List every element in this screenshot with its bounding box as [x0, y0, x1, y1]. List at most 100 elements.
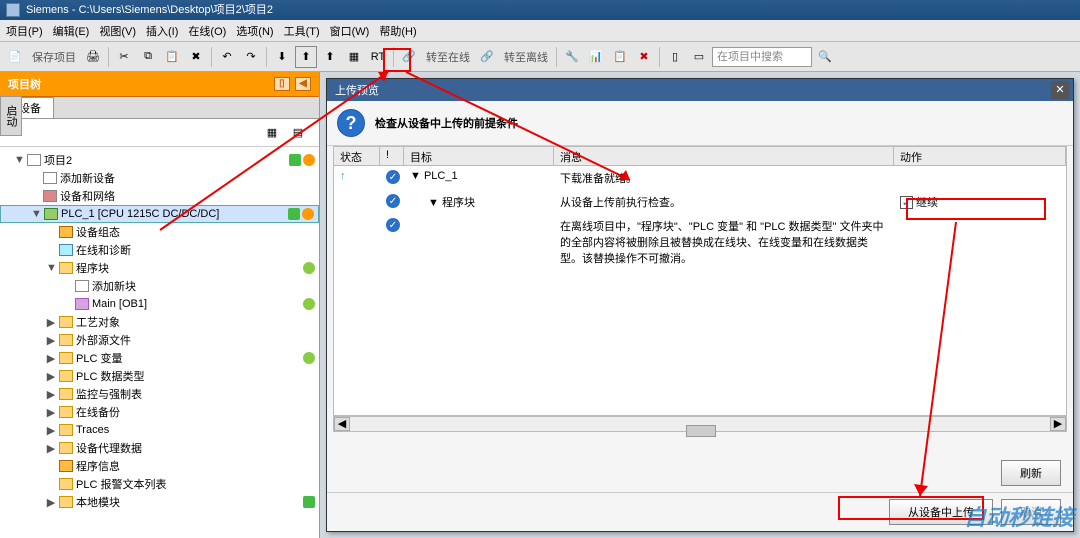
cancel-button[interactable]: 取消	[1001, 499, 1061, 525]
tree-item[interactable]: 在线和诊断	[0, 241, 319, 259]
tree-toggle[interactable]: ▶	[46, 442, 56, 455]
tree-toggle[interactable]: ▶	[46, 496, 56, 509]
undo-button[interactable]: ↶	[216, 46, 238, 68]
fold-icon	[59, 352, 73, 364]
menu-options[interactable]: 选项(N)	[236, 23, 273, 39]
col-alert[interactable]: !	[380, 147, 404, 165]
upload-from-device-button[interactable]: 从设备中上传	[889, 499, 993, 525]
tree-item[interactable]: 添加新块	[0, 277, 319, 295]
tree-item[interactable]: 设备组态	[0, 223, 319, 241]
tree-view1-icon[interactable]: ▦	[261, 122, 283, 144]
tree-toggle[interactable]: ▼	[31, 208, 41, 220]
tb-icon2[interactable]: 📊	[585, 46, 607, 68]
new-button[interactable]: 📄	[4, 46, 26, 68]
grid-row: ↑✓▼ PLC_1下载准备就绪。	[334, 166, 1066, 190]
paste-button[interactable]: 📋	[161, 46, 183, 68]
split-h-icon[interactable]: ▯	[664, 46, 686, 68]
pane-expand-icon[interactable]: ◀	[295, 77, 311, 91]
upload-button[interactable]: ⬆	[319, 46, 341, 68]
tree-label: 外部源文件	[76, 332, 315, 348]
tree-item[interactable]: ▼程序块	[0, 259, 319, 277]
tree-item[interactable]: ▶PLC 变量	[0, 349, 319, 367]
menu-insert[interactable]: 插入(I)	[146, 23, 178, 39]
tree-item[interactable]: ▶本地模块	[0, 493, 319, 511]
search-input[interactable]: 在项目中搜索	[712, 47, 812, 67]
tree-toggle[interactable]: ▼	[46, 262, 56, 274]
tb-icon1[interactable]: 🔧	[561, 46, 583, 68]
scroll-right-button[interactable]: ▶	[1050, 417, 1066, 431]
grid-hscrollbar[interactable]: ◀ ▶	[333, 416, 1067, 432]
close-icon[interactable]: ✖	[633, 46, 655, 68]
download-button[interactable]: ⬆	[295, 46, 317, 68]
save-button[interactable]: 保存项目	[28, 49, 80, 65]
rt-button[interactable]: RT	[367, 46, 389, 68]
menu-project[interactable]: 项目(P)	[6, 23, 43, 39]
tree-toggle[interactable]: ▶	[46, 352, 56, 365]
tree-item[interactable]: ▶在线备份	[0, 403, 319, 421]
action-checkbox[interactable]: ✓	[900, 196, 913, 209]
project-tree[interactable]: ▼项目2添加新设备设备和网络▼PLC_1 [CPU 1215C DC/DC/DC…	[0, 147, 319, 538]
tree-item[interactable]: ▼PLC_1 [CPU 1215C DC/DC/DC]	[0, 205, 319, 223]
tree-item[interactable]: 设备和网络	[0, 187, 319, 205]
redo-button[interactable]: ↷	[240, 46, 262, 68]
side-vertical-tab[interactable]: 启动	[0, 96, 22, 136]
status-dot	[303, 298, 315, 310]
compile-button[interactable]: ⬇	[271, 46, 293, 68]
tree-toggle[interactable]: ▶	[46, 316, 56, 329]
grid-body: ↑✓▼ PLC_1下载准备就绪。✓▼ 程序块从设备上传前执行检查。✓ 继续✓在离…	[333, 166, 1067, 416]
status-dot	[303, 496, 315, 508]
copy-button[interactable]: ⧉	[137, 46, 159, 68]
tree-item[interactable]: ▶ 外部源文件	[0, 331, 319, 349]
tree-label: 设备代理数据	[76, 440, 315, 456]
unlink-icon[interactable]: 🔗	[476, 46, 498, 68]
cut-button[interactable]: ✂	[113, 46, 135, 68]
menu-help[interactable]: 帮助(H)	[379, 23, 416, 39]
tree-item[interactable]: Main [OB1]	[0, 295, 319, 313]
tree-toolbar: ▦ ▤	[0, 119, 319, 147]
tree-item[interactable]: 程序信息	[0, 457, 319, 475]
dialog-close-button[interactable]: ✕	[1051, 81, 1069, 99]
tree-item[interactable]: PLC 报警文本列表	[0, 475, 319, 493]
menu-online[interactable]: 在线(O)	[188, 23, 226, 39]
delete-button[interactable]: ✖	[185, 46, 207, 68]
status-dot	[289, 154, 301, 166]
go-online-button[interactable]: 转至在线	[422, 49, 474, 65]
pane-collapse-icon[interactable]: ▯	[274, 77, 290, 91]
titlebar: Siemens - C:\Users\Siemens\Desktop\项目2\项…	[0, 0, 1080, 20]
tree-toggle[interactable]: ▶	[46, 334, 56, 347]
tree-toggle[interactable]: ▶	[46, 370, 56, 383]
menu-window[interactable]: 窗口(W)	[330, 23, 370, 39]
action-label: 继续	[913, 197, 938, 209]
go-offline-button[interactable]: 转至离线	[500, 49, 552, 65]
tree-item[interactable]: ▶监控与强制表	[0, 385, 319, 403]
upload-preview-dialog: 上传预览 ✕ ? 检查从设备中上传的前提条件 状态 ! 目标 消息 动作 ↑✓▼…	[326, 78, 1074, 532]
col-target[interactable]: 目标	[404, 147, 554, 165]
tree-toggle[interactable]: ▼	[14, 154, 24, 166]
status-dot	[303, 352, 315, 364]
tree-item[interactable]: ▶Traces	[0, 421, 319, 439]
search-go-button[interactable]: 🔍	[814, 46, 836, 68]
menu-view[interactable]: 视图(V)	[99, 23, 136, 39]
tree-toggle[interactable]: ▶	[46, 388, 56, 401]
tree-view2-icon[interactable]: ▤	[287, 122, 309, 144]
tree-item[interactable]: 添加新设备	[0, 169, 319, 187]
split-v-icon[interactable]: ▭	[688, 46, 710, 68]
tree-item[interactable]: ▶ 设备代理数据	[0, 439, 319, 457]
menu-tools[interactable]: 工具(T)	[284, 23, 320, 39]
tree-toggle[interactable]: ▶	[46, 424, 56, 437]
link-icon[interactable]: 🔗	[398, 46, 420, 68]
refresh-button[interactable]: 刷新	[1001, 460, 1061, 486]
scroll-left-button[interactable]: ◀	[334, 417, 350, 431]
tb-icon3[interactable]: 📋	[609, 46, 631, 68]
scroll-thumb[interactable]	[686, 425, 716, 437]
tree-item[interactable]: ▶PLC 数据类型	[0, 367, 319, 385]
col-action[interactable]: 动作	[894, 147, 1066, 165]
sim-button[interactable]: ▦	[343, 46, 365, 68]
col-message[interactable]: 消息	[554, 147, 894, 165]
print-button[interactable]: 🖨	[82, 46, 104, 68]
tree-toggle[interactable]: ▶	[46, 406, 56, 419]
menu-edit[interactable]: 编辑(E)	[53, 23, 90, 39]
tree-item[interactable]: ▼项目2	[0, 151, 319, 169]
col-status[interactable]: 状态	[334, 147, 380, 165]
tree-item[interactable]: ▶工艺对象	[0, 313, 319, 331]
